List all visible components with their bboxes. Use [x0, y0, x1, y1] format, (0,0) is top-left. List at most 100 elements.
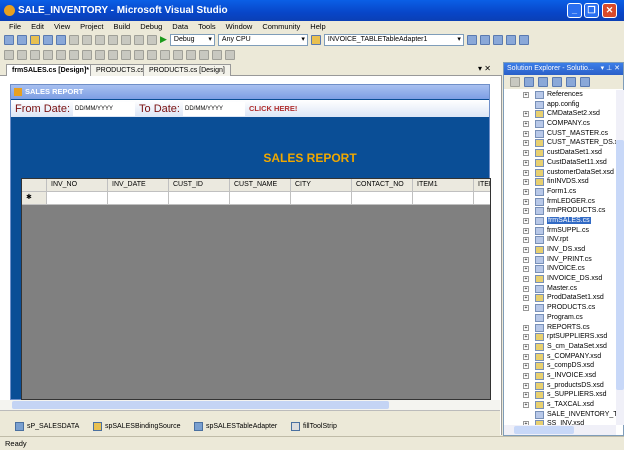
- menu-debug[interactable]: Debug: [135, 21, 167, 32]
- column-header[interactable]: ITEM2: [474, 179, 490, 192]
- tray-item-toolstrip[interactable]: fillToolStrip: [291, 422, 337, 431]
- close-button[interactable]: ✕: [602, 3, 617, 18]
- tree-item[interactable]: + s_COMPANY.xsd: [504, 352, 616, 362]
- tray-item-bindingsource[interactable]: spSALESBindingSource: [93, 422, 181, 431]
- tree-horizontal-scrollbar[interactable]: [504, 425, 616, 435]
- same-height-icon[interactable]: [108, 49, 118, 60]
- grid-cell[interactable]: [352, 192, 413, 205]
- platform-select[interactable]: Any CPU: [217, 33, 308, 46]
- tab-products-design[interactable]: PRODUCTS.cs [Design]: [143, 64, 231, 76]
- save-all-icon[interactable]: [56, 34, 66, 45]
- navigate-forward-icon[interactable]: [147, 34, 157, 45]
- expand-icon[interactable]: +: [523, 150, 529, 157]
- start-debug-icon[interactable]: ▶: [160, 34, 167, 45]
- menu-edit[interactable]: Edit: [26, 21, 49, 32]
- tree-item[interactable]: + s_TAXCAL.xsd: [504, 400, 616, 410]
- tree-item[interactable]: + finINVDS.xsd: [504, 177, 616, 187]
- expand-icon[interactable]: +: [523, 140, 529, 147]
- expand-icon[interactable]: +: [523, 295, 529, 302]
- tree-item[interactable]: + INVOICE.cs: [504, 264, 616, 274]
- expand-icon[interactable]: +: [523, 266, 529, 273]
- menu-file[interactable]: File: [4, 21, 26, 32]
- tree-item[interactable]: + References: [504, 90, 616, 100]
- start-page-icon[interactable]: [518, 34, 529, 45]
- expand-icon[interactable]: +: [523, 169, 529, 176]
- solution-config-select[interactable]: Debug: [169, 33, 215, 46]
- column-header[interactable]: CONTACT_NO: [352, 179, 413, 192]
- save-icon[interactable]: [43, 34, 53, 45]
- center-horizontally-icon[interactable]: [173, 49, 183, 60]
- open-icon[interactable]: [30, 34, 40, 45]
- tray-item-dataset[interactable]: sP_SALESDATA: [15, 422, 79, 431]
- view-code-icon[interactable]: [552, 77, 562, 87]
- tree-item[interactable]: + CustDataSet11.xsd: [504, 158, 616, 168]
- column-header[interactable]: INV_NO: [47, 179, 108, 192]
- tree-item[interactable]: SALE_INVENTORY_Tem: [504, 410, 616, 420]
- tree-item[interactable]: + CMDataSet2.xsd: [504, 109, 616, 119]
- expand-icon[interactable]: +: [523, 179, 529, 186]
- vertical-spacing-icon[interactable]: [160, 49, 170, 60]
- tree-item[interactable]: + PRODUCTS.cs: [504, 303, 616, 313]
- menu-project[interactable]: Project: [75, 21, 108, 32]
- sales-data-grid[interactable]: INV_NO INV_DATE CUST_ID CUST_NAME CITY C…: [21, 178, 491, 400]
- menu-data[interactable]: Data: [167, 21, 193, 32]
- toolbox-icon[interactable]: [505, 34, 516, 45]
- grid-cell[interactable]: [47, 192, 108, 205]
- minimize-button[interactable]: _: [567, 3, 582, 18]
- horizontal-spacing-icon[interactable]: [147, 49, 157, 60]
- menu-tools[interactable]: Tools: [193, 21, 221, 32]
- refresh-icon[interactable]: [538, 77, 548, 87]
- same-width-icon[interactable]: [95, 49, 105, 60]
- expand-icon[interactable]: +: [523, 305, 529, 312]
- expand-icon[interactable]: +: [523, 208, 529, 215]
- tree-item[interactable]: + INV_DS.xsd: [504, 245, 616, 255]
- expand-icon[interactable]: +: [523, 237, 529, 244]
- expand-icon[interactable]: +: [523, 198, 529, 205]
- show-all-files-icon[interactable]: [524, 77, 534, 87]
- expand-icon[interactable]: +: [523, 353, 529, 360]
- solution-explorer-icon[interactable]: [466, 34, 477, 45]
- click-here-button[interactable]: CLICK HERE!: [249, 104, 297, 113]
- grid-cell[interactable]: [230, 192, 291, 205]
- expand-icon[interactable]: +: [523, 334, 529, 341]
- restore-button[interactable]: ❐: [584, 3, 599, 18]
- expand-icon[interactable]: +: [523, 392, 529, 399]
- menu-help[interactable]: Help: [305, 21, 330, 32]
- column-header[interactable]: INV_DATE: [108, 179, 169, 192]
- expand-icon[interactable]: +: [523, 372, 529, 379]
- tree-item[interactable]: + CUST_MASTER.cs: [504, 129, 616, 139]
- tree-item[interactable]: + CUST_MASTER_DS.xsd: [504, 138, 616, 148]
- navigate-back-icon[interactable]: [134, 34, 144, 45]
- column-header[interactable]: CUST_ID: [169, 179, 230, 192]
- tree-item[interactable]: + custDataSet1.xsd: [504, 148, 616, 158]
- tree-item[interactable]: + customerDataSet.xsd: [504, 168, 616, 178]
- cut-icon[interactable]: [69, 34, 79, 45]
- same-size-icon[interactable]: [121, 49, 131, 60]
- view-designer-icon[interactable]: [566, 77, 576, 87]
- designer-horizontal-scrollbar[interactable]: [0, 400, 500, 410]
- scroll-thumb[interactable]: [514, 426, 574, 434]
- undo-icon[interactable]: [108, 34, 118, 45]
- scroll-thumb[interactable]: [616, 140, 624, 390]
- tree-item[interactable]: + INV.rpt: [504, 235, 616, 245]
- menu-build[interactable]: Build: [109, 21, 136, 32]
- grid-cell[interactable]: [474, 192, 490, 205]
- grid-cell[interactable]: [169, 192, 230, 205]
- tree-item[interactable]: + S_cm_DataSet.xsd: [504, 342, 616, 352]
- align-top-icon[interactable]: [56, 49, 66, 60]
- expand-icon[interactable]: +: [523, 324, 529, 331]
- tree-item[interactable]: + Form1.cs: [504, 187, 616, 197]
- grid-cell[interactable]: [291, 192, 352, 205]
- from-date-input[interactable]: DD/MM/YYYY: [73, 101, 136, 116]
- align-middle-icon[interactable]: [69, 49, 79, 60]
- tree-item[interactable]: + rptSUPPLIERS.xsd: [504, 332, 616, 342]
- align-center-icon[interactable]: [30, 49, 40, 60]
- new-project-icon[interactable]: [4, 34, 14, 45]
- size-to-grid-icon[interactable]: [134, 49, 144, 60]
- redo-icon[interactable]: [121, 34, 131, 45]
- expand-icon[interactable]: +: [523, 111, 529, 118]
- tree-item[interactable]: + Master.cs: [504, 284, 616, 294]
- bring-to-front-icon[interactable]: [199, 49, 209, 60]
- expand-icon[interactable]: +: [523, 188, 529, 195]
- tree-item[interactable]: app.config: [504, 100, 616, 110]
